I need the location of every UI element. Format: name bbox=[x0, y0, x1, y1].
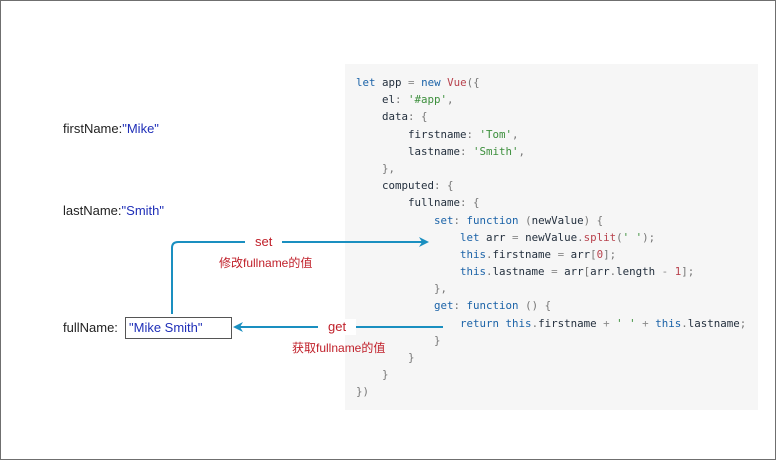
get-label: get bbox=[318, 319, 357, 335]
set-note: 修改fullname的值 bbox=[219, 256, 313, 270]
set-label: set bbox=[245, 234, 283, 250]
diagram-frame: firstName:"Mike" lastName:"Smith" fullNa… bbox=[0, 0, 776, 460]
arrows-layer bbox=[171, 237, 443, 332]
set-arrow bbox=[171, 237, 429, 314]
get-note: 获取fullname的值 bbox=[292, 341, 386, 355]
